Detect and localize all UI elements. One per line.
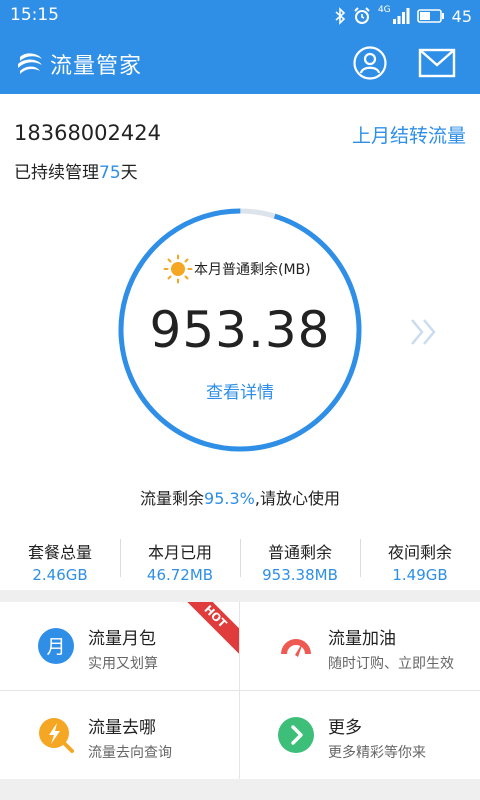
stat-value: 46.72MB xyxy=(146,566,214,584)
managed-prefix: 已持续管理 xyxy=(14,163,99,183)
bluetooth-icon xyxy=(335,7,346,25)
remaining-percent: 95.3% xyxy=(204,489,255,508)
app-title: 流量管家 xyxy=(50,54,143,79)
signal-icon xyxy=(392,8,410,24)
phone-number: 18368002424 xyxy=(14,121,161,145)
bottom-spacer xyxy=(0,779,480,800)
stat-total: 套餐总量 2.46GB xyxy=(0,535,120,584)
tile-title: 更多 xyxy=(328,718,362,738)
stat-night-remaining: 夜间剩余 1.49GB xyxy=(360,535,480,584)
mail-icon[interactable] xyxy=(418,47,456,79)
china-mobile-logo xyxy=(18,53,42,74)
status-bar: 15:15 4G 45 xyxy=(0,0,480,32)
network-type: 4G xyxy=(377,5,391,15)
status-icons: 4G 45 xyxy=(334,5,472,27)
feature-grid: 月 流量月包 实用又划算 HOT 流量加油 随时订购、立即生效 流量去哪 流量去… xyxy=(0,602,480,779)
remaining-label: 本月普通剩余(MB) xyxy=(194,262,311,278)
stat-value: 953.38MB xyxy=(262,566,338,584)
grid-divider-horizontal xyxy=(0,690,480,691)
carry-over-link[interactable]: 上月结转流量 xyxy=(352,121,466,148)
tile-subtitle: 流量去向查询 xyxy=(88,745,172,761)
tile-more[interactable]: 更多 更多精彩等你来 xyxy=(240,691,479,779)
stat-label: 本月已用 xyxy=(147,543,212,562)
tile-title: 流量去哪 xyxy=(88,718,156,738)
app-bar: 流量管家 xyxy=(0,32,480,94)
tile-subtitle: 实用又划算 xyxy=(88,656,158,672)
stat-label: 套餐总量 xyxy=(27,543,92,562)
remaining-summary: 流量剩余95.3%,请放心使用 xyxy=(0,485,480,509)
stat-used: 本月已用 46.72MB xyxy=(120,535,240,584)
lightning-search-icon xyxy=(39,718,74,753)
stat-normal-remaining: 普通剩余 953.38MB xyxy=(240,535,360,584)
summary-suffix: ,请放心使用 xyxy=(254,489,340,508)
tile-subtitle: 更多精彩等你来 xyxy=(328,745,426,761)
stat-value: 1.49GB xyxy=(392,566,448,584)
tile-title: 流量月包 xyxy=(88,629,156,649)
double-chevron-right-icon[interactable] xyxy=(408,316,442,348)
tile-data-refuel[interactable]: 流量加油 随时订购、立即生效 xyxy=(240,602,479,690)
stat-label: 夜间剩余 xyxy=(387,543,452,562)
stat-value: 2.46GB xyxy=(32,566,88,584)
managed-duration: 已持续管理75天 xyxy=(14,158,138,183)
managed-days: 75 xyxy=(99,163,121,183)
summary-prefix: 流量剩余 xyxy=(140,489,205,508)
section-divider xyxy=(0,590,480,602)
hot-badge: HOT xyxy=(173,602,239,659)
tile-title: 流量加油 xyxy=(328,629,396,649)
tile-data-where[interactable]: 流量去哪 流量去向查询 xyxy=(0,691,239,779)
stat-label: 普通剩余 xyxy=(267,543,332,562)
tile-subtitle: 随时订购、立即生效 xyxy=(328,656,454,672)
user-icon[interactable] xyxy=(352,45,388,81)
month-package-icon-text: 月 xyxy=(46,636,65,658)
battery-level: 45 xyxy=(451,6,472,26)
alarm-icon xyxy=(354,7,370,24)
speedometer-icon xyxy=(281,639,311,657)
managed-suffix: 天 xyxy=(120,163,138,183)
sun-icon xyxy=(163,254,193,284)
status-time: 15:15 xyxy=(10,5,59,25)
chevron-right-icon xyxy=(278,717,314,753)
month-package-icon: 月 xyxy=(38,628,74,664)
usage-stats: 套餐总量 2.46GB 本月已用 46.72MB 普通剩余 953.38MB 夜… xyxy=(0,535,480,584)
tile-monthly-package[interactable]: 月 流量月包 实用又划算 HOT xyxy=(0,602,239,690)
remaining-value: 953.38 xyxy=(149,301,331,359)
view-details-link[interactable]: 查看详情 xyxy=(118,378,362,403)
battery-icon xyxy=(416,9,444,23)
